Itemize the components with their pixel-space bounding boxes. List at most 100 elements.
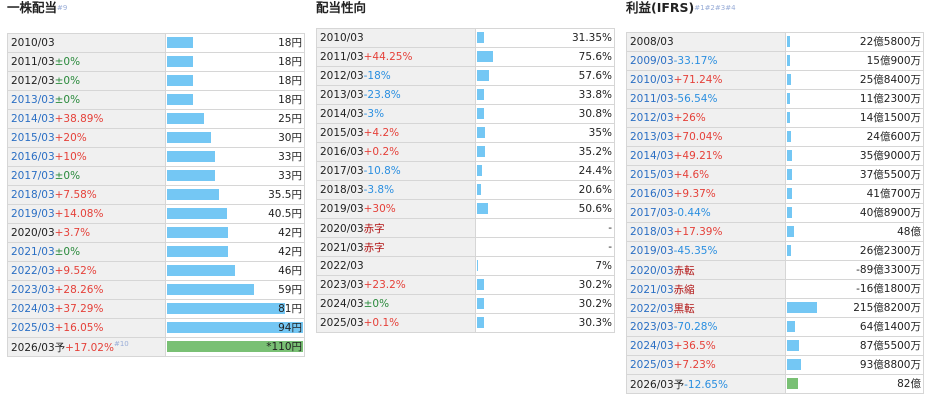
year-link[interactable]: 2025/03	[11, 322, 55, 334]
year-cell: 2013/03±0%	[7, 90, 166, 110]
value-cell: 30円	[165, 128, 305, 148]
value-text: 30.3%	[578, 317, 612, 329]
table-row: 2021/03赤縮 -16億1800万	[626, 279, 924, 299]
panel-title: 配当性向	[316, 0, 366, 16]
value-bar-wrap: 18円	[167, 92, 303, 109]
value-text: 31.35%	[571, 32, 612, 44]
year-link[interactable]: 2011/03	[630, 93, 674, 105]
value-cell: 57.6%	[475, 66, 615, 86]
year-link[interactable]: 2017/03	[630, 207, 674, 219]
value-cell: 20.6%	[475, 180, 615, 200]
year-link[interactable]: 2010/03	[630, 74, 674, 86]
value-text: 18円	[278, 37, 302, 49]
year-link[interactable]: 2014/03	[630, 150, 674, 162]
change-value: +70.04%	[673, 131, 723, 143]
table-row: 2011/03±0% 18円	[7, 52, 305, 72]
value-cell: *110円	[165, 337, 305, 357]
year-cell: 2025/03+0.1%	[316, 313, 476, 333]
year-link[interactable]: 2021/03	[630, 284, 674, 296]
change-value: +9.52%	[54, 265, 97, 277]
value-cell: 42円	[165, 223, 305, 243]
year-link[interactable]: 2017/03	[11, 170, 55, 182]
year-link[interactable]: 2020/03	[630, 265, 674, 277]
value-bar	[477, 32, 484, 43]
year-cell: 2010/03+71.24%	[626, 70, 786, 90]
value-text: 40億8900万	[859, 207, 921, 219]
value-bar-wrap: 30.2%	[477, 277, 613, 294]
table: 2010/03 31.35% 2011/03+44.25% 75.6% 2012/03-…	[316, 28, 615, 333]
year-link[interactable]: 2015/03	[630, 169, 674, 181]
value-text: 15億900万	[866, 55, 921, 67]
value-text: 35億9000万	[859, 150, 921, 162]
year-cell: 2012/03+26%	[626, 108, 786, 128]
value-bar	[477, 165, 483, 176]
year-link[interactable]: 2016/03	[630, 188, 674, 200]
year-link[interactable]: 2009/03	[630, 55, 674, 67]
panel-title: 一株配当#9	[7, 0, 67, 16]
year-link[interactable]: 2013/03	[630, 131, 674, 143]
table: 2010/03 18円 2011/03±0% 18円 2012/03±0% 18円 2013…	[7, 33, 305, 357]
year-link[interactable]: 2024/03	[11, 303, 55, 315]
year-link[interactable]: 2014/03	[11, 113, 55, 125]
year-link[interactable]: 2023/03	[630, 321, 674, 333]
value-text: 25円	[278, 113, 302, 125]
value-text: 37億5500万	[859, 169, 921, 181]
table-row: 2010/03 31.35%	[316, 28, 615, 48]
value-bar-wrap: -	[477, 239, 613, 256]
value-bar	[477, 127, 486, 138]
year-link[interactable]: 2021/03	[11, 246, 55, 258]
year-link[interactable]: 2018/03	[11, 189, 55, 201]
table-body: 2008/03 22億5800万 2009/03-33.17% 15億900万 2010…	[626, 32, 924, 394]
year-label: 2014/03	[320, 108, 364, 120]
change-value: +71.24%	[673, 74, 723, 86]
change-value: ±0%	[54, 75, 81, 87]
year-link[interactable]: 2012/03	[630, 112, 674, 124]
year-link[interactable]: 2022/03	[11, 265, 55, 277]
table-row: 2023/03+23.2% 30.2%	[316, 275, 615, 295]
value-bar-wrap: 50.6%	[477, 201, 613, 218]
value-cell: 25億8400万	[785, 70, 924, 90]
year-cell: 2021/03赤縮	[626, 279, 786, 299]
value-bar-wrap: 35億9000万	[787, 148, 922, 165]
value-bar-wrap: 37億5500万	[787, 167, 922, 184]
value-bar	[787, 131, 792, 142]
change-value: 赤字	[363, 241, 385, 254]
table-row: 2013/03±0% 18円	[7, 90, 305, 110]
value-text: 24億600万	[866, 131, 921, 143]
value-bar	[477, 89, 484, 100]
year-link[interactable]: 2019/03	[630, 245, 674, 257]
change-value: +4.6%	[673, 169, 710, 181]
value-text: -	[608, 241, 612, 253]
year-link[interactable]: 2022/03	[630, 303, 674, 315]
year-link[interactable]: 2018/03	[630, 226, 674, 238]
value-text: 14億1500万	[859, 112, 921, 124]
value-bar	[477, 279, 484, 290]
value-bar	[167, 170, 215, 181]
value-text: 33.8%	[578, 89, 612, 101]
year-link[interactable]: 2024/03	[630, 340, 674, 352]
value-bar-wrap: 48億	[787, 224, 922, 241]
table-row: 2026/03予-12.65% 82億	[626, 374, 924, 394]
year-cell: 2021/03赤字	[316, 237, 476, 257]
table-row: 2014/03+38.89% 25円	[7, 109, 305, 129]
value-text: 40.5円	[268, 208, 302, 220]
year-link[interactable]: 2013/03	[11, 94, 55, 106]
year-cell: 2014/03-3%	[316, 104, 476, 124]
year-link[interactable]: 2019/03	[11, 208, 55, 220]
year-link[interactable]: 2025/03	[630, 359, 674, 371]
value-bar	[477, 298, 484, 309]
value-cell: 93億8800万	[785, 355, 924, 375]
value-bar-wrap: 46円	[167, 263, 303, 280]
panel-title-note: #9	[57, 4, 68, 12]
value-bar	[787, 245, 792, 256]
year-link[interactable]: 2015/03	[11, 132, 55, 144]
year-cell: 2026/03予+17.02%#10	[7, 337, 166, 357]
year-link[interactable]: 2023/03	[11, 284, 55, 296]
value-bar-wrap: 35.2%	[477, 144, 613, 161]
year-label: 2016/03	[320, 146, 364, 158]
year-link[interactable]: 2016/03	[11, 151, 55, 163]
year-cell: 2019/03+14.08%	[7, 204, 166, 224]
value-bar-wrap: 24億600万	[787, 129, 922, 146]
value-text: 26億2300万	[859, 245, 921, 257]
year-cell: 2012/03-18%	[316, 66, 476, 86]
